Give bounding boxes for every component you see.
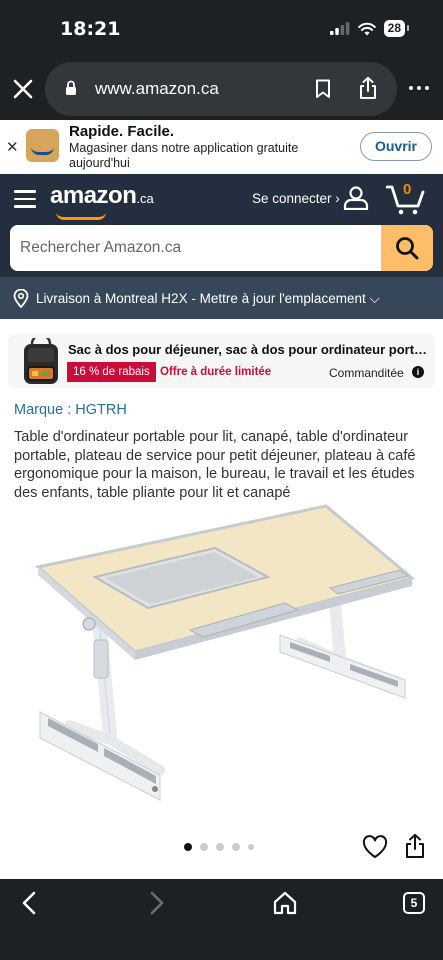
browser-bottom-bar: 5 (0, 879, 443, 960)
tabs-count-button[interactable]: 5 (403, 892, 425, 914)
amazon-logo[interactable]: amazon.ca (50, 182, 154, 220)
user-icon[interactable] (343, 186, 369, 210)
info-icon[interactable]: i (412, 366, 424, 378)
url-text: www.amazon.ca (95, 79, 219, 98)
status-bar: 18:21 28 (0, 0, 443, 60)
carousel-dot-3[interactable] (216, 843, 224, 851)
sponsored-label: Commanditée (329, 366, 404, 380)
amazon-app-icon (26, 129, 59, 162)
carousel-dot-1[interactable] (184, 843, 192, 851)
backpack-image (24, 338, 58, 384)
image-carousel-dots[interactable] (184, 843, 254, 851)
delivery-location-bar[interactable]: Livraison à Montreal H2X - Mettre à jour… (0, 277, 443, 319)
search-input[interactable] (10, 225, 381, 271)
lock-icon (66, 80, 76, 95)
carousel-dot-5[interactable] (248, 844, 254, 850)
open-app-button[interactable]: Ouvrir (360, 132, 432, 161)
logo-text: amazon (50, 182, 137, 209)
cart-button[interactable]: 0 (386, 180, 426, 216)
sign-in-link[interactable]: Se connecter › (252, 191, 340, 206)
site-header: amazon.ca Se connecter › 0 (0, 174, 443, 277)
cart-count: 0 (403, 181, 412, 198)
sponsored-ad[interactable]: Sac à dos pour déjeuner, sac à dos pour … (8, 334, 435, 388)
brand-link[interactable]: Marque : HGTRH (14, 402, 127, 418)
address-bar[interactable]: www.amazon.ca (45, 62, 397, 116)
close-icon[interactable] (10, 76, 36, 102)
share-product-icon[interactable] (404, 833, 426, 859)
battery-indicator: 28 (383, 20, 410, 37)
logo-tld: .ca (136, 191, 154, 206)
signal-icon (329, 22, 350, 35)
search-bar (10, 225, 433, 271)
banner-subtitle: Magasiner dans notre application gratuit… (69, 141, 299, 170)
carousel-dot-2[interactable] (200, 843, 208, 851)
search-icon (396, 237, 419, 260)
forward-arrow-icon[interactable] (146, 891, 168, 915)
more-options-icon[interactable] (409, 86, 429, 90)
product-title: Table d'ordinateur portable pour lit, ca… (14, 429, 416, 501)
status-time: 18:21 (60, 18, 121, 40)
location-pin-icon (13, 289, 29, 308)
wifi-icon (357, 22, 376, 35)
limited-deal-label: Offre à durée limitée (160, 366, 272, 378)
product-image[interactable] (0, 500, 443, 830)
share-icon[interactable] (358, 76, 378, 100)
heart-icon[interactable] (362, 835, 388, 859)
banner-title: Rapide. Facile. (69, 123, 175, 140)
search-button[interactable] (381, 225, 433, 271)
carousel-dot-4[interactable] (232, 843, 240, 851)
banner-close-icon[interactable]: ✕ (6, 138, 19, 156)
home-icon[interactable] (272, 891, 298, 915)
discount-badge: 16 % de rabais (67, 362, 156, 382)
back-arrow-icon[interactable] (18, 891, 40, 915)
status-icons: 28 (329, 20, 410, 37)
delivery-text: Livraison à Montreal H2X - Mettre à jour… (36, 291, 380, 306)
bookmark-icon[interactable] (315, 79, 331, 99)
browser-toolbar: www.amazon.ca (0, 60, 443, 120)
app-install-banner: ✕ Rapide. Facile. Magasiner dans notre a… (0, 120, 443, 174)
sponsored-title[interactable]: Sac à dos pour déjeuner, sac à dos pour … (68, 342, 430, 357)
hamburger-menu-icon[interactable] (14, 190, 36, 213)
